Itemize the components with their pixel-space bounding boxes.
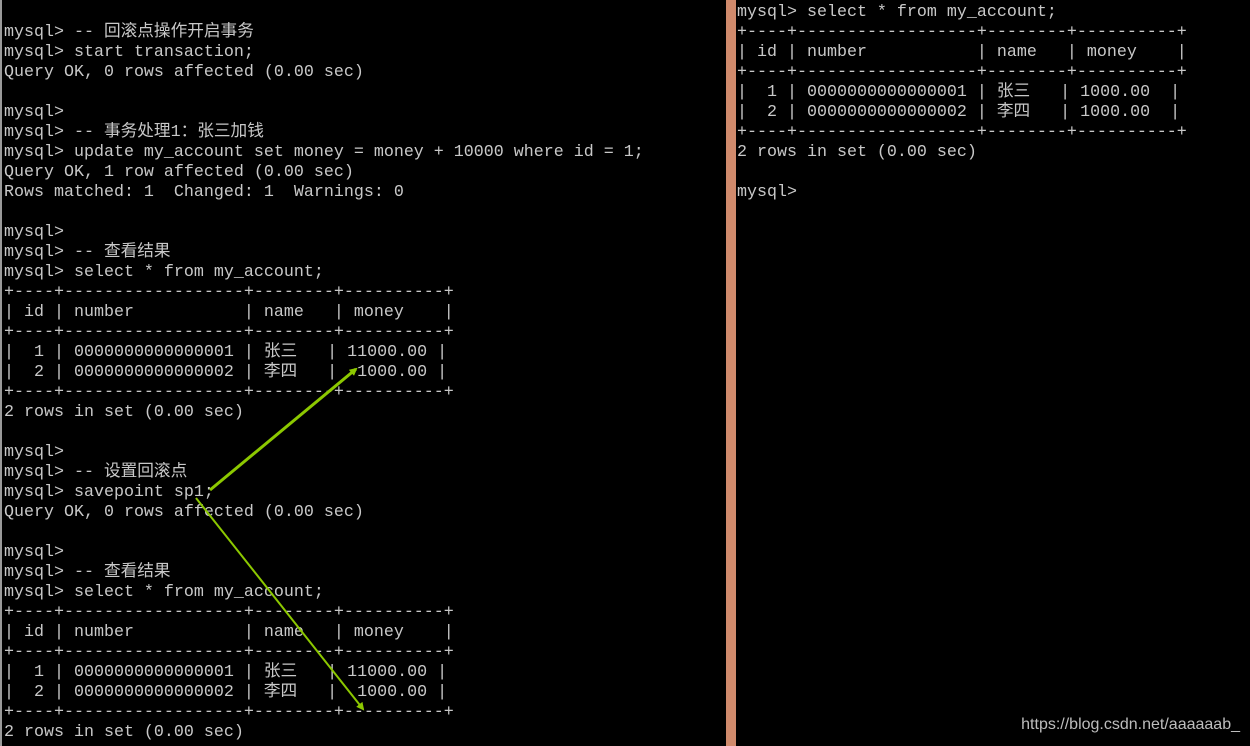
terminal-line: mysql> -- 查看结果 xyxy=(4,243,171,262)
watermark: https://blog.csdn.net/aaaaaab_ xyxy=(1021,716,1240,733)
terminal-line: | 1 | 0000000000000001 | 张三 | 11000.00 | xyxy=(4,343,448,362)
terminal-line: +----+------------------+--------+------… xyxy=(4,323,454,342)
terminal-line: | 1 | 0000000000000001 | 张三 | 11000.00 | xyxy=(4,663,448,682)
terminal-line: +----+------------------+--------+------… xyxy=(737,123,1187,142)
terminal-line: mysql> -- 设置回滚点 xyxy=(4,463,188,482)
terminal-line: +----+------------------+--------+------… xyxy=(737,23,1187,42)
terminal-line: mysql> update my_account set money = mon… xyxy=(4,143,644,162)
terminal-line: mysql> -- 查看结果 xyxy=(4,563,171,582)
terminal-line: +----+------------------+--------+------… xyxy=(4,283,454,302)
terminal-line: 2 rows in set (0.00 sec) xyxy=(737,143,977,162)
terminal-line: | 2 | 0000000000000002 | 李四 | 1000.00 | xyxy=(737,103,1181,122)
terminal-line: | 2 | 0000000000000002 | 李四 | 1000.00 | xyxy=(4,683,448,702)
terminal-line: +----+------------------+--------+------… xyxy=(4,383,454,402)
terminal-line: +----+------------------+--------+------… xyxy=(4,703,454,722)
terminal-line: 2 rows in set (0.00 sec) xyxy=(4,723,244,742)
terminal-line: 2 rows in set (0.00 sec) xyxy=(4,403,244,422)
terminal-line: mysql> select * from my_account; xyxy=(4,263,324,282)
terminal-line: mysql> select * from my_account; xyxy=(4,583,324,602)
left-terminal-window[interactable]: mysql> -- 回滚点操作开启事务 mysql> start transact… xyxy=(0,0,726,746)
terminal-line: | id | number | name | money | xyxy=(4,623,454,642)
terminal-line: mysql> start transaction; xyxy=(4,43,254,62)
terminal-line: mysql> xyxy=(4,223,64,242)
right-terminal-output: mysql> select * from my_account; +----+--… xyxy=(737,3,1187,203)
terminal-line: | 1 | 0000000000000001 | 张三 | 1000.00 | xyxy=(737,83,1181,102)
terminal-line: mysql> xyxy=(4,103,64,122)
terminal-line: +----+------------------+--------+------… xyxy=(737,63,1187,82)
terminal-line: Query OK, 0 rows affected (0.00 sec) xyxy=(4,63,364,82)
terminal-line: | 2 | 0000000000000002 | 李四 | 1000.00 | xyxy=(4,363,448,382)
right-terminal-window[interactable]: mysql> select * from my_account; +----+--… xyxy=(736,0,1250,746)
terminal-line: mysql> -- 事务处理1：张三加钱 xyxy=(4,123,264,142)
terminal-line: mysql> savepoint sp1; xyxy=(4,483,214,502)
terminal-line: Rows matched: 1 Changed: 1 Warnings: 0 xyxy=(4,183,404,202)
terminal-line: mysql> xyxy=(737,183,797,202)
terminal-line: +----+------------------+--------+------… xyxy=(4,643,454,662)
terminal-line: Query OK, 1 row affected (0.00 sec) xyxy=(4,163,354,182)
terminal-line: Query OK, 0 rows affected (0.00 sec) xyxy=(4,503,364,522)
window-divider xyxy=(726,0,736,746)
terminal-line: mysql> select * from my_account; xyxy=(737,3,1057,22)
terminal-line: mysql> -- 回滚点操作开启事务 xyxy=(4,23,254,42)
terminal-line: +----+------------------+--------+------… xyxy=(4,603,454,622)
terminal-line: | id | number | name | money | xyxy=(737,43,1187,62)
terminal-line: | id | number | name | money | xyxy=(4,303,454,322)
left-terminal-output: mysql> -- 回滚点操作开启事务 mysql> start transact… xyxy=(4,23,644,743)
terminal-line: mysql> xyxy=(4,543,64,562)
terminal-line: mysql> xyxy=(4,443,64,462)
